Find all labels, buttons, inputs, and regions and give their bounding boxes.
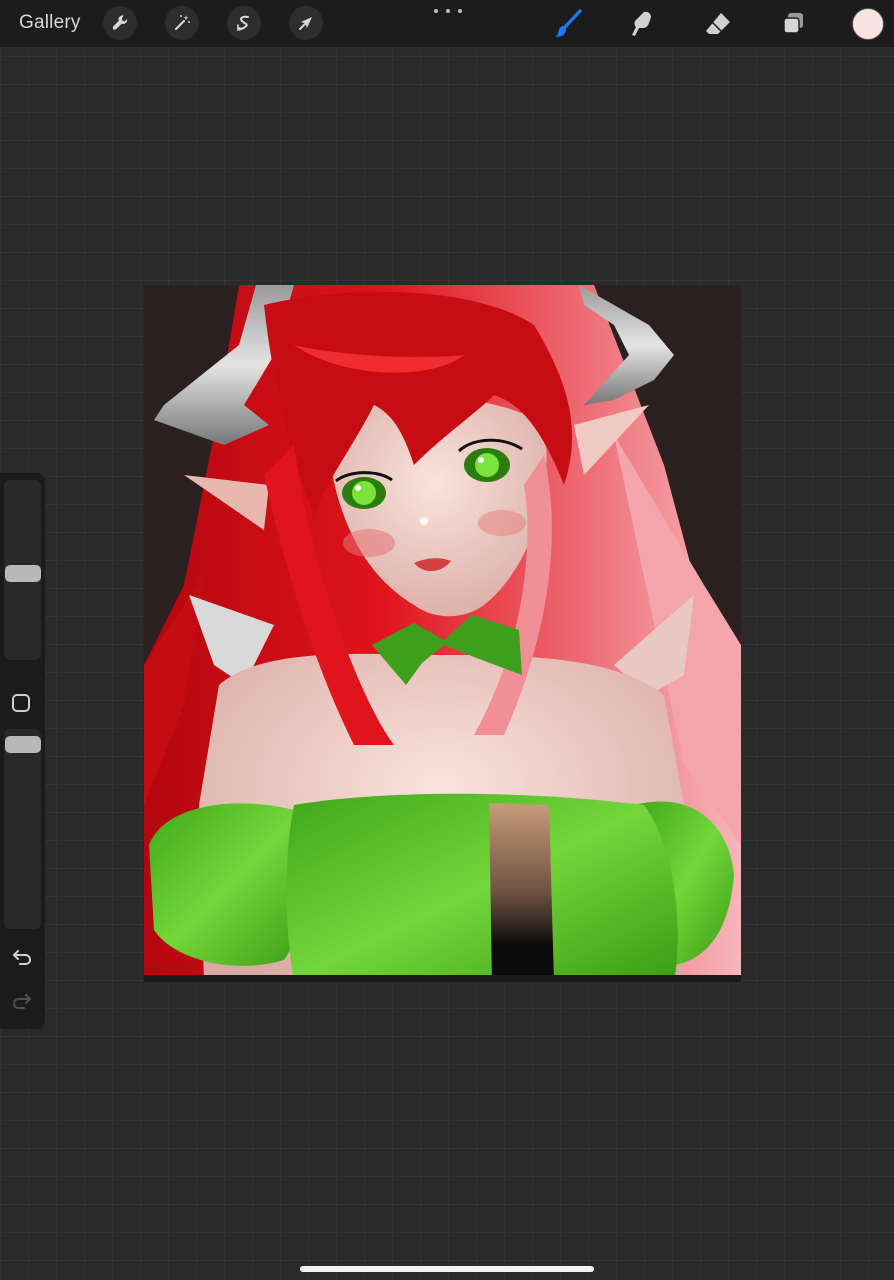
layers-icon	[783, 13, 803, 34]
adjustments-button[interactable]	[165, 6, 199, 40]
opacity-slider[interactable]	[4, 729, 41, 929]
brush-tool-button[interactable]	[550, 6, 586, 42]
gallery-button[interactable]: Gallery	[19, 12, 81, 34]
wrench-icon	[113, 15, 128, 30]
transform-button[interactable]	[289, 6, 323, 40]
more-dot	[458, 9, 462, 13]
drawing-canvas[interactable]	[144, 285, 741, 982]
selection-icon	[237, 15, 249, 32]
smudge-tool-button[interactable]	[624, 6, 660, 42]
actions-button[interactable]	[103, 6, 137, 40]
top-toolbar: Gallery	[0, 0, 894, 47]
eraser-tool-button[interactable]	[700, 6, 736, 42]
redo-icon	[12, 994, 31, 1009]
more-dot	[434, 9, 438, 13]
more-options-button[interactable]	[434, 4, 462, 18]
home-indicator[interactable]	[300, 1266, 594, 1272]
modify-button[interactable]	[12, 694, 30, 712]
color-picker-button[interactable]	[852, 8, 884, 40]
smudge-icon	[632, 11, 651, 36]
layers-button[interactable]	[775, 6, 811, 42]
undo-button[interactable]	[9, 946, 35, 968]
transform-arrow-icon	[299, 17, 312, 30]
redo-button[interactable]	[9, 990, 35, 1012]
more-dot	[446, 9, 450, 13]
brush-icon	[555, 9, 582, 37]
artwork-illustration	[144, 285, 741, 982]
eraser-icon	[706, 13, 730, 34]
magic-wand-icon	[174, 15, 190, 31]
undo-icon	[13, 950, 32, 965]
selection-button[interactable]	[227, 6, 261, 40]
left-sidebar	[0, 473, 45, 1029]
brush-size-handle[interactable]	[5, 564, 41, 582]
opacity-handle[interactable]	[5, 736, 41, 754]
